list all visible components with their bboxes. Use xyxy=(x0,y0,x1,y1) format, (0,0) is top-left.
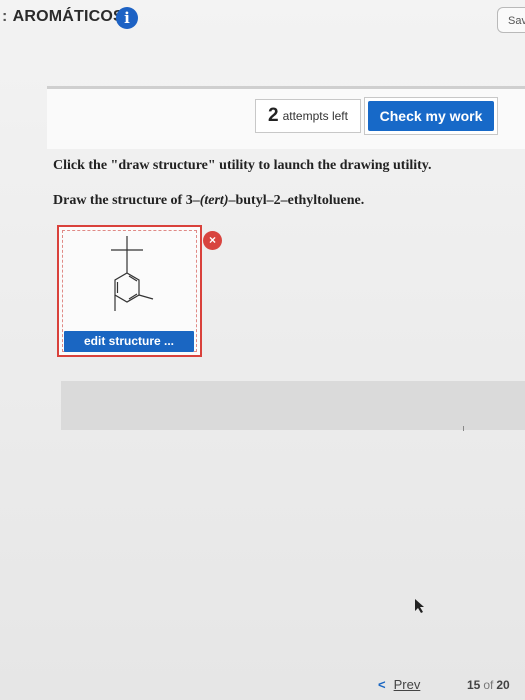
attempts-label: attempts left xyxy=(282,109,348,123)
chevron-left-icon: < xyxy=(378,677,386,692)
assignment-title: : AROMÁTICOS xyxy=(2,8,124,26)
instruction-draw-suffix: –butyl–2–ethyltoluene. xyxy=(228,193,365,208)
bond-methyl xyxy=(138,294,154,300)
info-icon[interactable]: i xyxy=(116,7,138,29)
save-button[interactable]: Sav xyxy=(497,7,525,33)
title-prefix: : xyxy=(2,8,8,25)
instruction-launch: Click the "draw structure" utility to la… xyxy=(53,158,432,173)
answer-feedback-bar xyxy=(61,381,525,430)
page-of: of xyxy=(483,678,494,692)
edit-structure-button[interactable]: edit structure ... xyxy=(64,331,194,352)
page-total: 20 xyxy=(496,678,510,692)
benzene-ring xyxy=(114,272,140,303)
mouse-cursor-icon xyxy=(415,599,424,613)
remove-structure-icon[interactable]: × xyxy=(203,231,222,250)
check-my-work-button[interactable]: Check my work xyxy=(364,97,498,135)
check-my-work-label[interactable]: Check my work xyxy=(368,101,494,131)
title-text: AROMÁTICOS xyxy=(12,8,124,25)
footer-navigation xyxy=(0,670,525,700)
page-current: 15 xyxy=(467,678,481,692)
page-counter: 15 of 20 xyxy=(467,678,510,692)
instruction-draw-italic: (tert) xyxy=(199,193,229,208)
prev-label[interactable]: Prev xyxy=(394,677,421,692)
instruction-draw-prefix: Draw the structure of 3– xyxy=(53,193,200,208)
answer-bar-tick xyxy=(463,426,464,431)
attempts-count: 2 xyxy=(268,105,279,126)
instruction-draw: Draw the structure of 3–(tert)–butyl–2–e… xyxy=(53,193,364,209)
top-bar: : AROMÁTICOS i Sav xyxy=(0,0,525,40)
prev-button[interactable]: < Prev xyxy=(378,677,420,692)
attempts-indicator: 2 attempts left xyxy=(255,99,361,133)
